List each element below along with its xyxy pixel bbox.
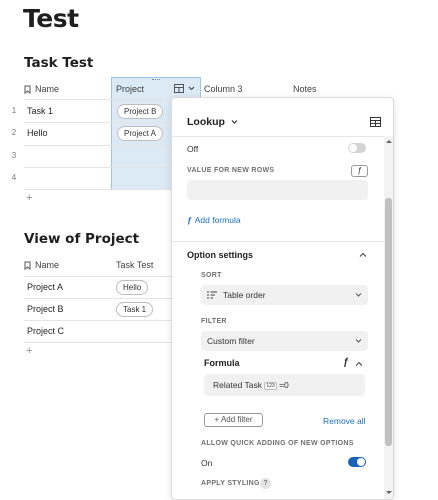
table-row-name[interactable]: Project B [27, 304, 64, 314]
add-filter-button[interactable]: + Add filter [204, 413, 263, 427]
on-label: On [201, 458, 213, 468]
remove-all-link[interactable]: Remove all [323, 416, 366, 426]
plus-icon: + [214, 415, 220, 424]
scrollbar-thumb[interactable] [385, 198, 392, 446]
column-header-name-label: Name [35, 84, 60, 94]
value-for-new-rows-label: VALUE FOR NEW ROWS [187, 167, 275, 174]
filter-dropdown[interactable]: Custom filter [201, 331, 368, 351]
divider [24, 320, 174, 321]
drag-handle-icon[interactable] [152, 79, 160, 81]
column-header-project-label: Project [116, 84, 145, 94]
formula-icon: ƒ [187, 215, 192, 225]
off-label: Off [187, 144, 199, 154]
sort-dropdown[interactable]: Table order [201, 285, 368, 305]
scroll-up-icon[interactable] [386, 139, 392, 144]
add-row-button[interactable]: + [26, 192, 32, 204]
column-header-column3-label: Column 3 [204, 84, 243, 94]
table-row-name[interactable]: Task 1 [27, 106, 53, 116]
column-header-notes-label: Notes [293, 84, 317, 94]
formula-icon[interactable]: ƒ [351, 165, 368, 177]
column-header-name-label: Name [35, 260, 60, 270]
table-row-name[interactable]: Project C [27, 326, 64, 336]
formula-heading: Formula [204, 358, 240, 368]
divider [24, 99, 174, 100]
divider [172, 136, 384, 137]
chevron-down-icon [231, 119, 238, 125]
column-header-name[interactable]: Name [24, 79, 59, 99]
chevron-down-icon [355, 338, 362, 344]
add-row-button[interactable]: + [26, 345, 32, 357]
divider [24, 189, 174, 190]
task-tag[interactable]: Hello [116, 280, 149, 295]
column-settings-panel: Lookup Off VALUE FOR NEW ROWS ƒ ƒ Add for… [171, 97, 394, 500]
row-number: 3 [11, 151, 17, 160]
toggle-switch-off[interactable] [348, 143, 366, 153]
divider [24, 276, 174, 277]
scroll-down-icon[interactable] [386, 490, 392, 495]
divider [24, 122, 174, 123]
divider [24, 145, 174, 146]
divider [24, 342, 174, 343]
formula-input[interactable]: Related Task 123 =0 [204, 374, 365, 396]
table-row-name[interactable]: Project A [27, 282, 63, 292]
toggle-switch-on[interactable] [348, 457, 366, 467]
column-header-task-test[interactable]: Task Test [116, 255, 153, 275]
add-formula-link[interactable]: ƒ Add formula [187, 215, 241, 225]
task-tag[interactable]: Task 1 [116, 302, 154, 317]
column-type-dropdown[interactable]: Lookup [187, 116, 238, 128]
chevron-up-icon[interactable] [359, 252, 367, 258]
row-number: 2 [11, 128, 17, 137]
add-filter-label: Add filter [220, 415, 253, 424]
table2-title: View of Project [24, 231, 140, 247]
chevron-down-icon [355, 292, 362, 298]
chevron-down-icon[interactable] [188, 84, 195, 92]
project-tag[interactable]: Project B [117, 104, 164, 119]
filter-value: Custom filter [207, 336, 255, 346]
formula-icon[interactable]: ƒ [343, 357, 349, 368]
help-icon[interactable]: ? [260, 478, 271, 489]
table-icon[interactable] [370, 117, 381, 127]
column-type-label: Lookup [187, 116, 225, 128]
formula-text: Related Task 123 =0 [213, 380, 289, 390]
row-number: 4 [11, 173, 17, 182]
formula-badge: 123 [264, 381, 277, 390]
allow-quick-adding-label: ALLOW QUICK ADDING OF NEW OPTIONS [201, 440, 354, 447]
column-header-task-test-label: Task Test [116, 260, 154, 270]
value-for-new-rows-field[interactable] [187, 180, 368, 200]
project-tag[interactable]: Project A [117, 126, 164, 141]
bookmark-icon [24, 261, 31, 270]
sort-icon [207, 291, 217, 299]
add-formula-label: Add formula [194, 215, 241, 225]
column-header-notes[interactable]: Notes [293, 79, 317, 99]
column-header-name[interactable]: Name [24, 255, 59, 275]
sort-label: SORT [201, 272, 222, 279]
column-header-project[interactable]: Project [116, 79, 144, 99]
table-row-name[interactable]: Hello [27, 128, 48, 138]
chevron-up-icon[interactable] [355, 361, 363, 367]
bookmark-icon [24, 85, 31, 94]
option-settings-heading: Option settings [187, 250, 253, 260]
filter-label: FILTER [201, 318, 227, 325]
column-header-column3[interactable]: Column 3 [204, 79, 243, 99]
page-title: Test [23, 4, 79, 33]
table1-title: Task Test [24, 55, 94, 71]
divider [24, 167, 174, 168]
sort-value: Table order [223, 290, 266, 300]
divider [172, 241, 384, 242]
row-number: 1 [11, 106, 17, 115]
divider [24, 298, 174, 299]
apply-styling-label: APPLY STYLING [201, 480, 260, 487]
table-icon[interactable] [174, 84, 184, 93]
